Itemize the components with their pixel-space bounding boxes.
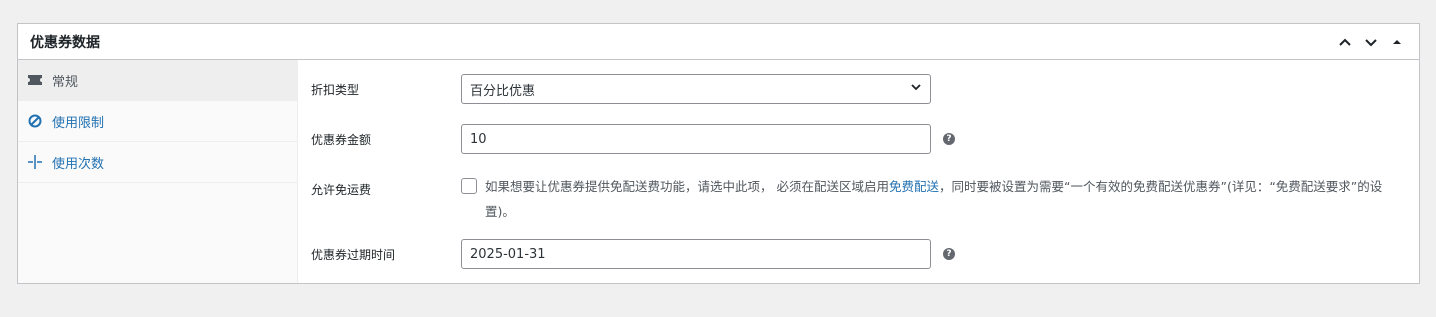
move-down-icon[interactable] xyxy=(1361,32,1381,52)
tab-label: 使用限制 xyxy=(52,115,105,131)
chevron-down-icon xyxy=(910,81,922,97)
discount-type-row: 折扣类型 百分比优惠 xyxy=(298,74,1419,124)
expiry-value: 2025-01-31 xyxy=(470,246,546,262)
ban-icon xyxy=(28,114,42,128)
amount-input[interactable]: 10 xyxy=(461,124,931,154)
amount-value: 10 xyxy=(470,131,487,147)
collapse-toggle-icon[interactable] xyxy=(1387,32,1407,52)
free-shipping-option: 如果想要让优惠券提供免配送费功能，请选中此项， 必须在配送区域启用免费配送，同时… xyxy=(461,174,1406,224)
expiry-row: 优惠券过期时间 2025-01-31 ? xyxy=(298,239,1419,279)
description-text: 如果想要让优惠券提供免配送费功能，请选中此项， 必须在配送区域启用 xyxy=(485,179,889,194)
ticket-icon xyxy=(28,73,42,87)
tab-label: 常规 xyxy=(52,74,79,90)
panel-body: 常规 使用限制 使用次数 折扣类型 百分比优惠 优惠券金额 10 ? 允许免运费… xyxy=(18,60,1419,283)
help-icon[interactable]: ? xyxy=(943,248,955,260)
discount-type-value: 百分比优惠 xyxy=(470,83,536,99)
expiry-label: 优惠券过期时间 xyxy=(311,248,396,262)
expiry-date-input[interactable]: 2025-01-31 xyxy=(461,239,931,269)
amount-row: 优惠券金额 10 ? xyxy=(298,124,1419,174)
free-shipping-description: 如果想要让优惠券提供免配送费功能，请选中此项， 必须在配送区域启用免费配送，同时… xyxy=(485,174,1406,224)
crosshair-icon xyxy=(28,155,42,169)
coupon-tabs: 常规 使用限制 使用次数 xyxy=(18,60,298,283)
tab-usage-restriction[interactable]: 使用限制 xyxy=(18,101,297,142)
tab-general[interactable]: 常规 xyxy=(18,60,297,101)
free-shipping-checkbox[interactable] xyxy=(461,178,477,194)
help-icon[interactable]: ? xyxy=(943,133,955,145)
panel-header: 优惠券数据 xyxy=(18,24,1419,60)
panel-title: 优惠券数据 xyxy=(30,34,100,51)
tab-label: 使用次数 xyxy=(52,156,105,172)
move-up-icon[interactable] xyxy=(1335,32,1355,52)
free-shipping-link[interactable]: 免费配送 xyxy=(889,179,939,194)
panel-actions xyxy=(1335,32,1407,52)
amount-label: 优惠券金额 xyxy=(311,133,372,147)
discount-type-select[interactable]: 百分比优惠 xyxy=(461,74,931,104)
coupon-data-panel: 优惠券数据 常规 使用限制 使用次数 折扣类型 百分比优惠 优惠券金额 10 ?… xyxy=(17,23,1420,284)
free-shipping-row: 允许免运费 如果想要让优惠券提供免配送费功能，请选中此项， 必须在配送区域启用免… xyxy=(298,174,1419,239)
tab-usage-limits[interactable]: 使用次数 xyxy=(18,142,297,183)
general-options: 折扣类型 百分比优惠 优惠券金额 10 ? 允许免运费 如果想要让优惠券提供免配… xyxy=(298,60,1419,283)
discount-type-label: 折扣类型 xyxy=(311,83,360,97)
free-shipping-label: 允许免运费 xyxy=(311,183,372,197)
